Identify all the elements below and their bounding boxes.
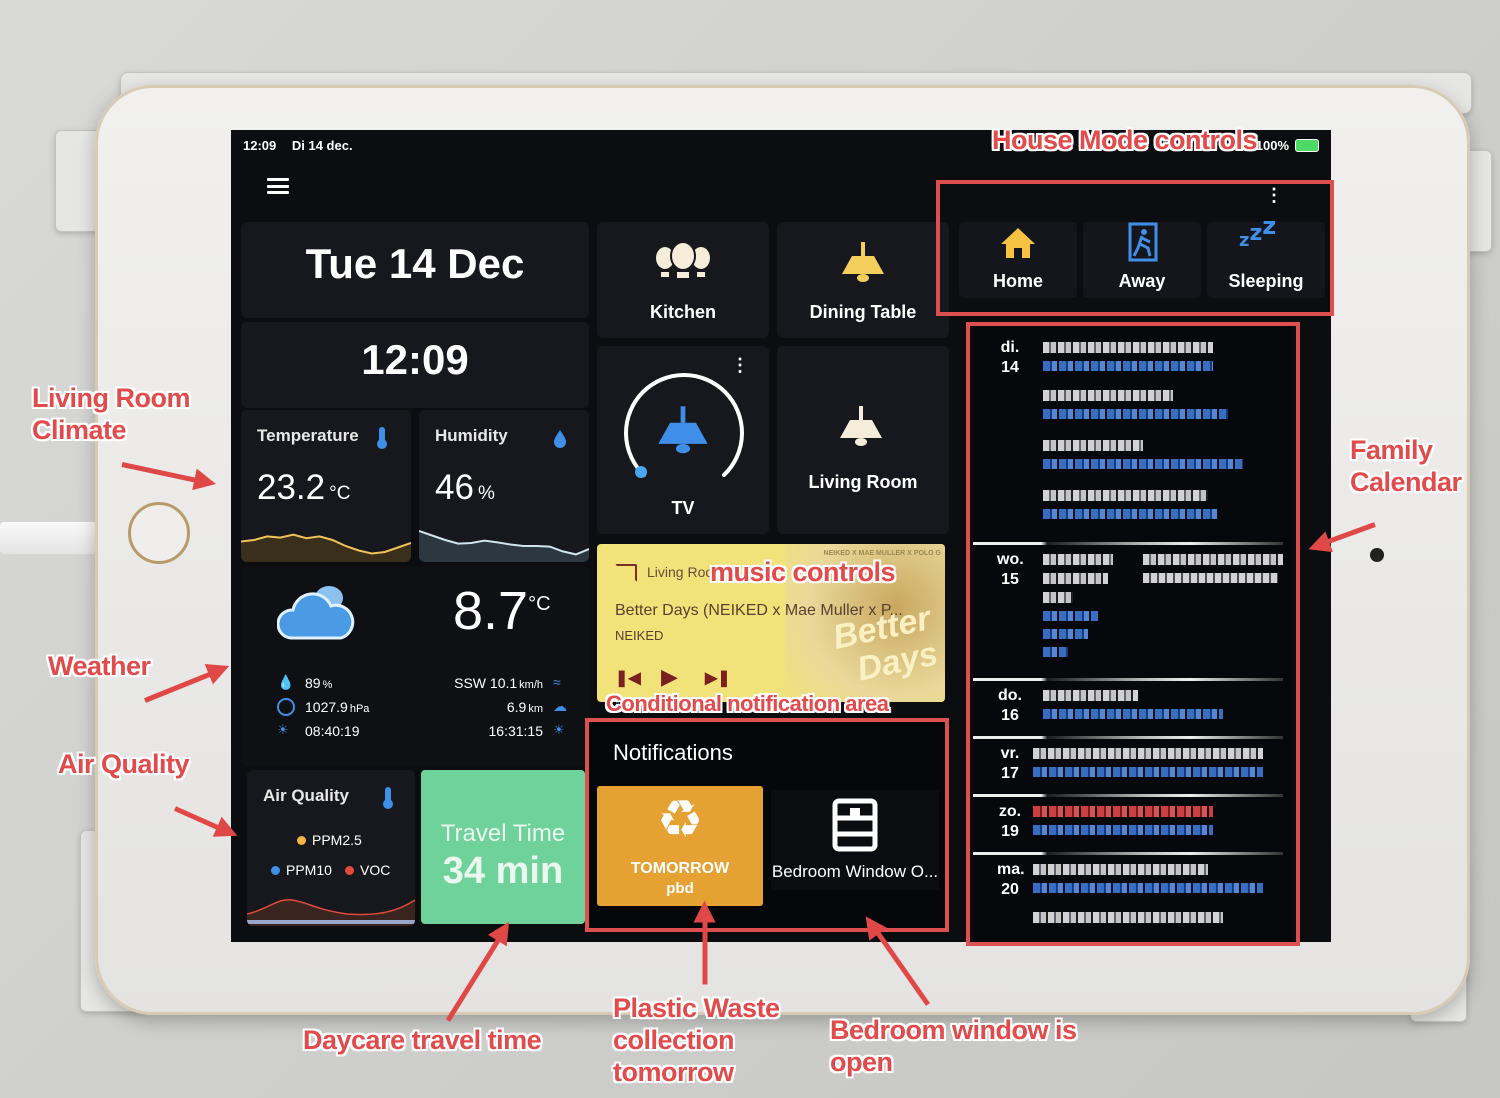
temperature-value: 23.2 °C [257, 468, 351, 507]
light-dining-label: Dining Table [809, 302, 917, 322]
humidity-value: 46% [435, 468, 495, 507]
more-options-icon[interactable]: ⋮ [731, 356, 749, 374]
cloudy-icon [277, 586, 355, 640]
legend-ppm25: PPM2.5 [297, 832, 362, 848]
annotation-plastic: Plastic Waste collection tomorrow [613, 993, 780, 1087]
thermometer-icon [377, 427, 387, 449]
ceiling-light-icon [840, 406, 882, 446]
light-tv[interactable]: ⋮ TV [597, 346, 769, 534]
air-quality-card[interactable]: Air Quality PPM2.5 PPM10 VOC [247, 770, 415, 926]
water-percent-icon [554, 430, 566, 448]
annotation-daycare: Daycare travel time [303, 1025, 542, 1055]
travel-time-card[interactable]: Travel Time 34 min [421, 770, 585, 924]
legend-ppm10: PPM10 [271, 862, 332, 878]
play-button[interactable]: ▶ [661, 664, 678, 690]
temperature-title: Temperature [257, 426, 359, 445]
ceiling-light-icon [658, 406, 708, 454]
clock-display: 12:09 [361, 336, 469, 383]
thermometer-icon [383, 787, 393, 809]
light-living-room[interactable]: Living Room [777, 346, 949, 534]
cast-icon [615, 564, 637, 582]
status-bar: 12:09 Di 14 dec. [243, 138, 365, 153]
travel-time-value: 34 min [442, 850, 564, 892]
light-kitchen[interactable]: Kitchen [597, 222, 769, 338]
annotation-conditional: Conditional notification area [606, 691, 889, 716]
fog-icon: ☁ [553, 698, 567, 714]
battery-icon [1295, 139, 1319, 152]
travel-time-title: Travel Time [440, 820, 566, 847]
wind-icon: ≈ [553, 674, 561, 690]
sunrise-icon: ☀ [277, 722, 289, 737]
annotation-calendar: Family Calendar [1350, 435, 1462, 497]
light-tv-label: TV [671, 498, 695, 518]
annotation-climate: Living Room Climate [32, 383, 191, 445]
annotation-bedroom: Bedroom window is open [830, 1015, 1077, 1077]
light-dining-table[interactable]: Dining Table [777, 222, 949, 338]
front-camera [1370, 548, 1384, 562]
gauge-icon [277, 698, 295, 716]
air-quality-title: Air Quality [263, 786, 349, 805]
air-quality-sparkline [247, 899, 415, 926]
weather-wind: SSW 10.1 km/h ≈ [454, 674, 571, 692]
date-display: Tue 14 Dec [305, 240, 525, 287]
highlight-calendar [966, 322, 1300, 946]
lightbulb-group-icon [656, 241, 710, 278]
weather-sunset: 16:31:15 ☀ [489, 722, 572, 740]
annotation-music: music controls [710, 557, 896, 587]
date-card: Tue 14 Dec [241, 222, 589, 318]
battery-percent: 100% [1255, 138, 1289, 153]
media-title: Better Days (NEIKED x Mae Muller x P... [615, 602, 903, 619]
highlight-house-mode [936, 180, 1334, 316]
status-date: Di 14 dec. [291, 138, 353, 153]
weather-sunrise: ☀ 08:40:19 [277, 722, 360, 739]
highlight-notifications [585, 718, 949, 932]
ceiling-light-icon [842, 242, 884, 282]
annotation-air-quality: Air Quality [58, 749, 190, 779]
humidity-card[interactable]: Humidity 46% [419, 410, 589, 562]
hamburger-menu-icon[interactable] [267, 178, 289, 194]
weather-card[interactable]: 8.7°C 💧 89% 1027.9 hPa ☀ 08:40:19 SSW 10.1 k… [241, 566, 589, 766]
legend-voc: VOC [345, 862, 390, 878]
light-kitchen-label: Kitchen [649, 302, 716, 322]
humidity-sparkline [419, 530, 589, 562]
media-artist: NEIKED [615, 628, 664, 643]
temperature-card[interactable]: Temperature 23.2 °C [241, 410, 411, 562]
water-percent-icon: 💧 [277, 674, 295, 690]
arrow-plastic [702, 916, 708, 985]
temperature-sparkline [241, 533, 411, 562]
weather-pressure: 1027.9 hPa [277, 698, 369, 716]
home-button[interactable] [128, 502, 190, 564]
status-time: 12:09 [243, 138, 277, 153]
weather-humidity: 💧 89% [277, 674, 333, 691]
charging-cable [0, 522, 100, 554]
annotation-weather: Weather [48, 651, 151, 681]
weather-visibility: 6.9 km ☁ [507, 698, 571, 716]
humidity-title: Humidity [435, 426, 508, 445]
sunset-icon: ☀ [553, 722, 565, 737]
clock-card: 12:09 [241, 322, 589, 408]
previous-track-button[interactable]: ❚◀ [615, 668, 641, 688]
annotation-house-mode: House Mode controls [992, 125, 1258, 155]
light-living-label: Living Room [808, 472, 918, 492]
next-track-button[interactable]: ▶❚ [705, 668, 731, 688]
sparkline-area [419, 531, 589, 562]
weather-temperature: 8.7°C [453, 581, 551, 641]
